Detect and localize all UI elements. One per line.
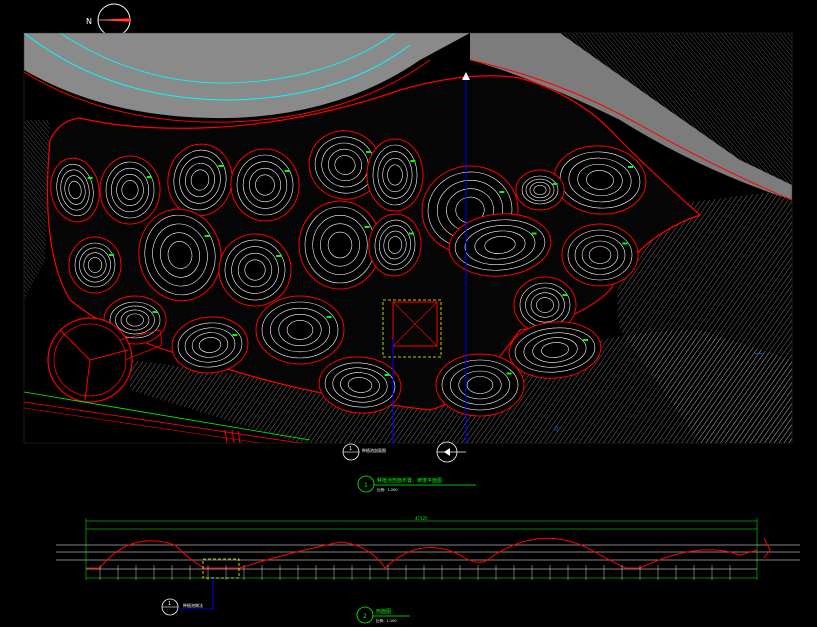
svg-text:▯: ▯ [555, 425, 558, 432]
plan-title: 1 种植池剖面布置、坡度平面图 比例：1:200 [357, 475, 476, 493]
section-view: 47125 [56, 516, 800, 610]
plan-title-text: 种植池剖面布置、坡度平面图 [377, 477, 442, 484]
elevation-tag [204, 235, 210, 237]
section-total-dimension: 47125 [415, 516, 428, 521]
elevation-tag [232, 334, 238, 336]
elevation-tag [552, 183, 558, 185]
elevation-tag [410, 160, 416, 162]
elevation-tag [506, 372, 512, 375]
plan-view: ▯ ━━━ [24, 33, 792, 443]
elevation-tag [146, 176, 152, 178]
elevation-tag [562, 294, 568, 296]
elevation-tag [628, 166, 633, 168]
elevation-tag [583, 339, 588, 341]
planting-pod-6 [366, 138, 424, 212]
section-profile [86, 537, 758, 569]
elevation-tag [152, 311, 158, 313]
detail-marker-text: 种植池做法 [183, 602, 203, 608]
detail-marker-number: 1 [168, 601, 171, 607]
elevation-tag [499, 191, 505, 193]
elevation-tag [109, 254, 114, 256]
cad-drawing-canvas: N ▯ ━━━ 1 种植池剖面图 1 种植池剖面布置、坡度平面图 比例：1:20… [23, 3, 800, 624]
elevation-tag [531, 232, 537, 235]
elevation-tag [276, 255, 281, 257]
section-title-number: 2 [363, 613, 367, 620]
elevation-tag [218, 165, 224, 167]
elevation-tag [87, 177, 93, 179]
elevation-tag [622, 242, 628, 245]
section-marker-b [436, 441, 466, 463]
planting-pod-18 [255, 295, 345, 365]
section-marker-a: 1 种植池剖面图 [342, 443, 386, 461]
elevation-tag [326, 316, 332, 318]
elevation-tag [284, 170, 290, 172]
planting-pod-9 [68, 236, 122, 294]
plan-title-number: 1 [364, 482, 368, 489]
planting-pod-15 [561, 223, 639, 287]
section-marker-a-text: 种植池剖面图 [362, 447, 386, 453]
elevation-tag [364, 226, 370, 228]
section-title-text: 剖面图 [376, 608, 391, 615]
section-scale-text: 比例：1:100 [376, 618, 397, 623]
svg-text:━━━: ━━━ [754, 351, 763, 356]
planting-pod-20 [435, 353, 525, 417]
section-title: 2 剖面图 比例：1:100 [356, 606, 410, 624]
north-arrow: N [86, 3, 131, 37]
elevation-tag [384, 374, 390, 376]
planting-pod-2 [99, 155, 161, 225]
section-detail-marker: 1 种植池做法 [161, 598, 213, 616]
north-letter: N [86, 17, 92, 26]
elevation-tag [409, 232, 414, 235]
elevation-tag [366, 151, 371, 153]
plan-scale-text: 比例：1:200 [377, 487, 398, 492]
section-marker-a-number: 1 [349, 446, 352, 452]
